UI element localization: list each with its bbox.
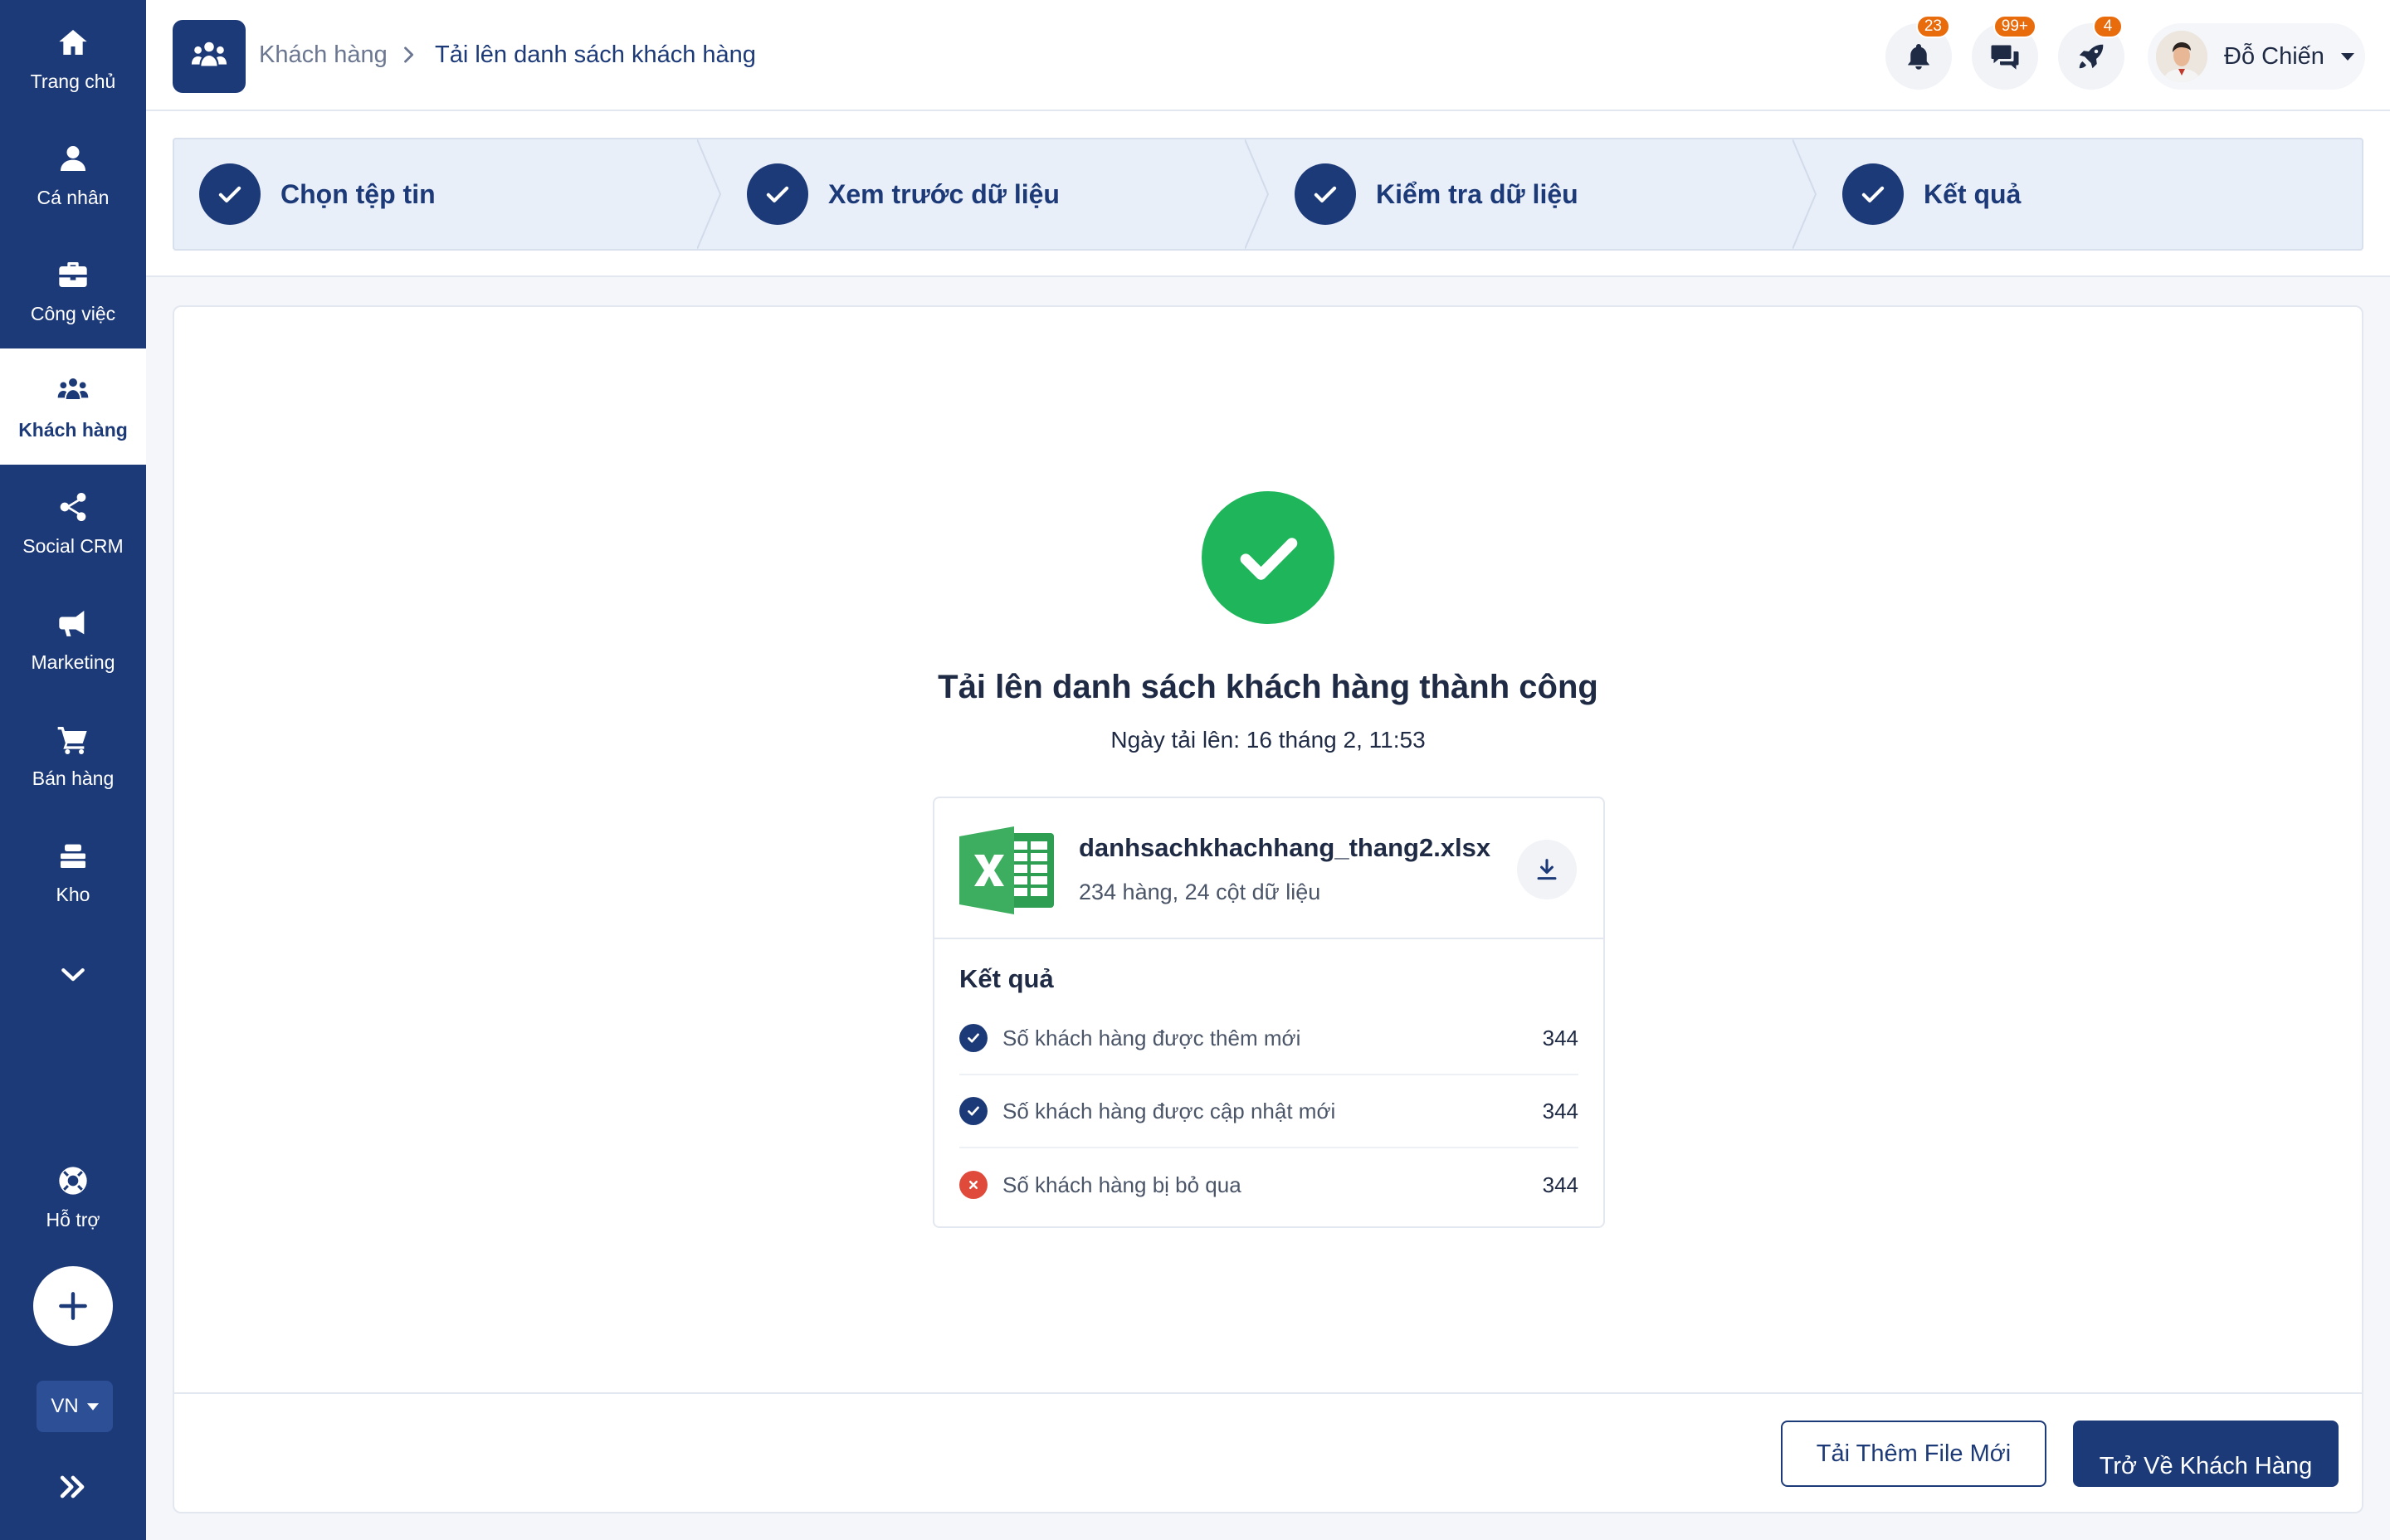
breadcrumb-current: Tải lên danh sách khách hàng: [435, 41, 756, 68]
error-circle-icon: [959, 1171, 988, 1199]
step-label: Kết quả: [1924, 178, 2022, 209]
sidebar-item-social-crm[interactable]: Social CRM: [0, 465, 146, 581]
sidebar-item-label: Kho: [56, 883, 90, 905]
user-menu[interactable]: Đỗ Chiến: [2148, 23, 2365, 90]
rocket-icon: [2079, 44, 2104, 69]
stepper: Chọn tệp tin Xem trước dữ liệu Kiểm tra …: [173, 138, 2363, 251]
sidebar-item-home[interactable]: Trang chủ: [0, 0, 146, 116]
notifications-badge: 23: [1915, 15, 1950, 38]
sidebar-item-sales[interactable]: Bán hàng: [0, 697, 146, 813]
check-circle-icon: [959, 1024, 988, 1052]
step-choose-file: Chọn tệp tin: [199, 139, 436, 249]
result-row-updated: Số khách hàng được cập nhật mới 344: [959, 1075, 1578, 1148]
upload-result-card: Tải lên danh sách khách hàng thành công …: [173, 305, 2363, 1513]
file-name: danhsachkhachhang_thang2.xlsx: [1079, 833, 1491, 862]
sidebar-item-label: Hỗ trợ: [46, 1208, 100, 1231]
result-row-value: 344: [1542, 1172, 1578, 1197]
sidebar-item-label: Social CRM: [22, 534, 124, 557]
check-circle-icon: [959, 1097, 988, 1125]
sidebar-item-work[interactable]: Công việc: [0, 232, 146, 348]
step-divider: [697, 139, 722, 249]
sidebar-item-label: Công việc: [30, 302, 116, 324]
updates-button[interactable]: 4: [2058, 15, 2124, 90]
result-row-value: 344: [1542, 1098, 1578, 1123]
caret-down-icon: [86, 1402, 99, 1411]
step-preview-data: Xem trước dữ liệu: [747, 139, 1060, 249]
customers-module-icon[interactable]: [173, 20, 246, 93]
top-bar: Khách hàng Tải lên danh sách khách hàng …: [146, 0, 2390, 111]
sidebar-item-label: Cá nhân: [37, 186, 110, 208]
success-title: Tải lên danh sách khách hàng thành công: [938, 669, 1598, 705]
upload-date: Ngày tải lên: 16 tháng 2, 11:53: [1110, 727, 1426, 753]
messages-button[interactable]: 99+: [1972, 15, 2038, 90]
result-row-label: Số khách hàng bị bỏ qua: [1002, 1172, 1241, 1197]
stepper-section: Chọn tệp tin Xem trước dữ liệu Kiểm tra …: [146, 111, 2390, 277]
result-row-value: 344: [1542, 1025, 1578, 1050]
success-check-icon: [1202, 491, 1334, 624]
cart-icon: [55, 721, 91, 758]
breadcrumb-parent[interactable]: Khách hàng: [259, 41, 388, 69]
sidebar-item-label: Bán hàng: [32, 767, 115, 789]
language-label: VN: [51, 1395, 79, 1417]
result-box: danhsachkhachhang_thang2.xlsx 234 hàng, …: [933, 797, 1605, 1228]
sidebar: Trang chủ Cá nhân Công việc Khách hàng S…: [0, 0, 146, 1540]
megaphone-icon: [55, 605, 91, 641]
sidebar-item-label: Marketing: [31, 651, 115, 673]
avatar: [2156, 31, 2207, 82]
sidebar-item-label: Trang chủ: [30, 70, 116, 92]
bell-icon: [1908, 44, 1929, 70]
sidebar-item-warehouse[interactable]: Kho: [0, 813, 146, 929]
file-meta: 234 hàng, 24 cột dữ liệu: [1079, 880, 1321, 904]
sidebar-item-support[interactable]: Hỗ trợ: [0, 1138, 146, 1255]
chat-icon: [1991, 45, 2019, 70]
chevron-right-icon: [404, 46, 414, 63]
sidebar-item-marketing[interactable]: Marketing: [0, 581, 146, 697]
check-icon: [1842, 163, 1904, 225]
users-icon: [55, 373, 91, 409]
caret-down-icon: [2340, 52, 2354, 61]
user-icon: [55, 140, 91, 177]
briefcase-icon: [55, 256, 91, 293]
language-select[interactable]: VN: [37, 1381, 113, 1432]
check-icon: [1295, 163, 1356, 225]
home-icon: [55, 24, 91, 61]
result-row-skipped: Số khách hàng bị bỏ qua 344: [959, 1148, 1578, 1221]
updates-badge: 4: [2093, 15, 2123, 38]
back-to-customers-button[interactable]: Trở Về Khách Hàng: [2073, 1421, 2339, 1487]
download-icon: [1537, 859, 1557, 880]
check-icon: [199, 163, 261, 225]
sidebar-item-customers[interactable]: Khách hàng: [0, 348, 146, 465]
plus-icon: [59, 1292, 87, 1320]
lifebuoy-icon: [55, 1162, 91, 1199]
result-row-label: Số khách hàng được cập nhật mới: [1002, 1098, 1336, 1123]
step-label: Kiểm tra dữ liệu: [1376, 178, 1578, 209]
messages-badge: 99+: [1992, 15, 2036, 38]
expand-sidebar-icon[interactable]: [55, 1469, 91, 1505]
sidebar-item-label: Khách hàng: [18, 418, 128, 441]
chevron-down-icon[interactable]: [56, 958, 90, 992]
step-validate-data: Kiểm tra dữ liệu: [1295, 139, 1578, 249]
step-label: Xem trước dữ liệu: [828, 178, 1060, 209]
step-divider: [1245, 139, 1270, 249]
upload-more-button[interactable]: Tải Thêm File Mới: [1781, 1421, 2046, 1487]
user-name: Đỗ Chiến: [2224, 42, 2324, 70]
file-row: danhsachkhachhang_thang2.xlsx 234 hàng, …: [934, 798, 1603, 939]
download-button[interactable]: [1517, 840, 1577, 899]
check-icon: [747, 163, 808, 225]
share-icon: [55, 489, 91, 525]
result-row-added: Số khách hàng được thêm mới 344: [959, 1002, 1578, 1075]
step-divider: [1792, 139, 1817, 249]
notifications-button[interactable]: 23: [1885, 15, 1952, 90]
card-footer-divider: [174, 1392, 2362, 1394]
result-section-title: Kết quả: [959, 964, 1054, 993]
sidebar-item-personal[interactable]: Cá nhân: [0, 116, 146, 232]
add-button[interactable]: [33, 1266, 113, 1346]
excel-file-icon: [959, 826, 1054, 914]
step-label: Chọn tệp tin: [280, 178, 436, 209]
step-result: Kết quả: [1842, 139, 2021, 249]
warehouse-icon: [55, 837, 91, 874]
result-row-label: Số khách hàng được thêm mới: [1002, 1025, 1301, 1050]
